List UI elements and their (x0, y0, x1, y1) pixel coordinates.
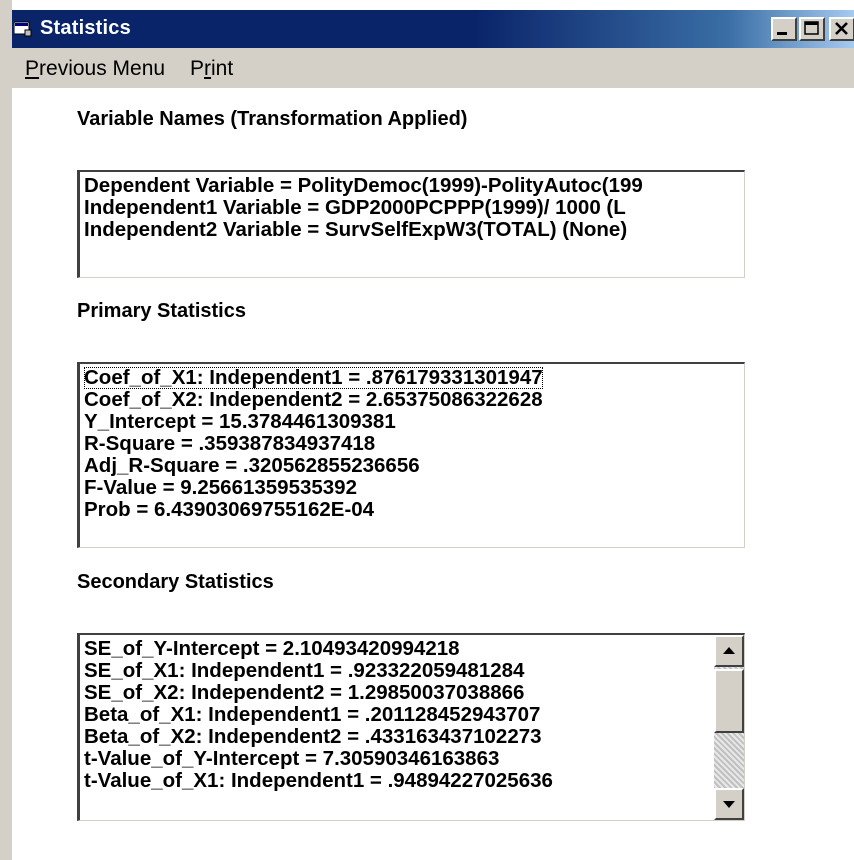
list-item[interactable]: SE_of_Y-Intercept = 2.10493420994218 (80, 638, 744, 660)
maximize-icon (804, 21, 819, 35)
list-item[interactable]: SE_of_X2: Independent2 = 1.2985003703886… (80, 682, 744, 704)
list-item[interactable]: Prob = 6.43903069755162E-04 (80, 499, 744, 521)
window-icon (13, 21, 32, 37)
primary-statistics-list[interactable]: Coef_of_X1: Independent1 = .876179331301… (77, 362, 745, 548)
vertical-scrollbar[interactable] (714, 635, 744, 820)
arrow-down-icon (723, 801, 735, 808)
list-item[interactable]: Independent2 Variable = SurvSelfExpW3(TO… (80, 219, 744, 241)
menu-print[interactable]: Print (190, 57, 233, 81)
list-item[interactable]: Beta_of_X1: Independent1 = .201128452943… (80, 704, 744, 726)
scroll-up-button[interactable] (714, 635, 744, 667)
variable-names-label: Variable Names (Transformation Applied) (77, 108, 468, 130)
list-item[interactable]: R-Square = .359387834937418 (80, 433, 744, 455)
menu-bar: Previous Menu Print (12, 48, 854, 88)
list-item[interactable]: Beta_of_X2: Independent2 = .433163437102… (80, 726, 744, 748)
list-item[interactable]: Y_Intercept = 15.3784461309381 (80, 411, 744, 433)
title-bar[interactable]: Statistics (12, 10, 854, 48)
list-item[interactable]: F-Value = 9.25661359535392 (80, 477, 744, 499)
scroll-down-button[interactable] (714, 788, 744, 820)
list-item[interactable]: Dependent Variable = PolityDemoc(1999)-P… (80, 175, 744, 197)
list-item[interactable]: t-Value_of_Y-Intercept = 7.3059034616386… (80, 748, 744, 770)
minimize-icon (777, 32, 787, 35)
list-item[interactable]: Independent1 Variable = GDP2000PCPPP(199… (80, 197, 744, 219)
list-item[interactable]: Coef_of_X2: Independent2 = 2.65375086322… (80, 389, 744, 411)
variable-names-list[interactable]: Dependent Variable = PolityDemoc(1999)-P… (77, 170, 745, 278)
close-icon (835, 22, 848, 35)
secondary-statistics-label: Secondary Statistics (77, 571, 274, 593)
list-item[interactable]: SE_of_X1: Independent1 = .92332205948128… (80, 660, 744, 682)
list-item[interactable]: t-Value_of_X1: Independent1 = .948942270… (80, 770, 744, 792)
secondary-statistics-list[interactable]: SE_of_Y-Intercept = 2.10493420994218 SE_… (77, 633, 745, 821)
close-button[interactable] (829, 17, 854, 41)
window-title: Statistics (40, 17, 131, 39)
statistics-window: Statistics Previous Menu Print Variable … (0, 0, 854, 860)
minimize-button[interactable] (771, 17, 797, 41)
list-item-selected[interactable]: Coef_of_X1: Independent1 = .876179331301… (80, 367, 744, 389)
arrow-up-icon (723, 647, 735, 654)
primary-statistics-label: Primary Statistics (77, 300, 246, 322)
list-item[interactable]: Adj_R-Square = .320562855236656 (80, 455, 744, 477)
scroll-thumb[interactable] (714, 669, 744, 733)
menu-previous-menu[interactable]: Previous Menu (25, 57, 165, 81)
maximize-button[interactable] (799, 17, 825, 41)
